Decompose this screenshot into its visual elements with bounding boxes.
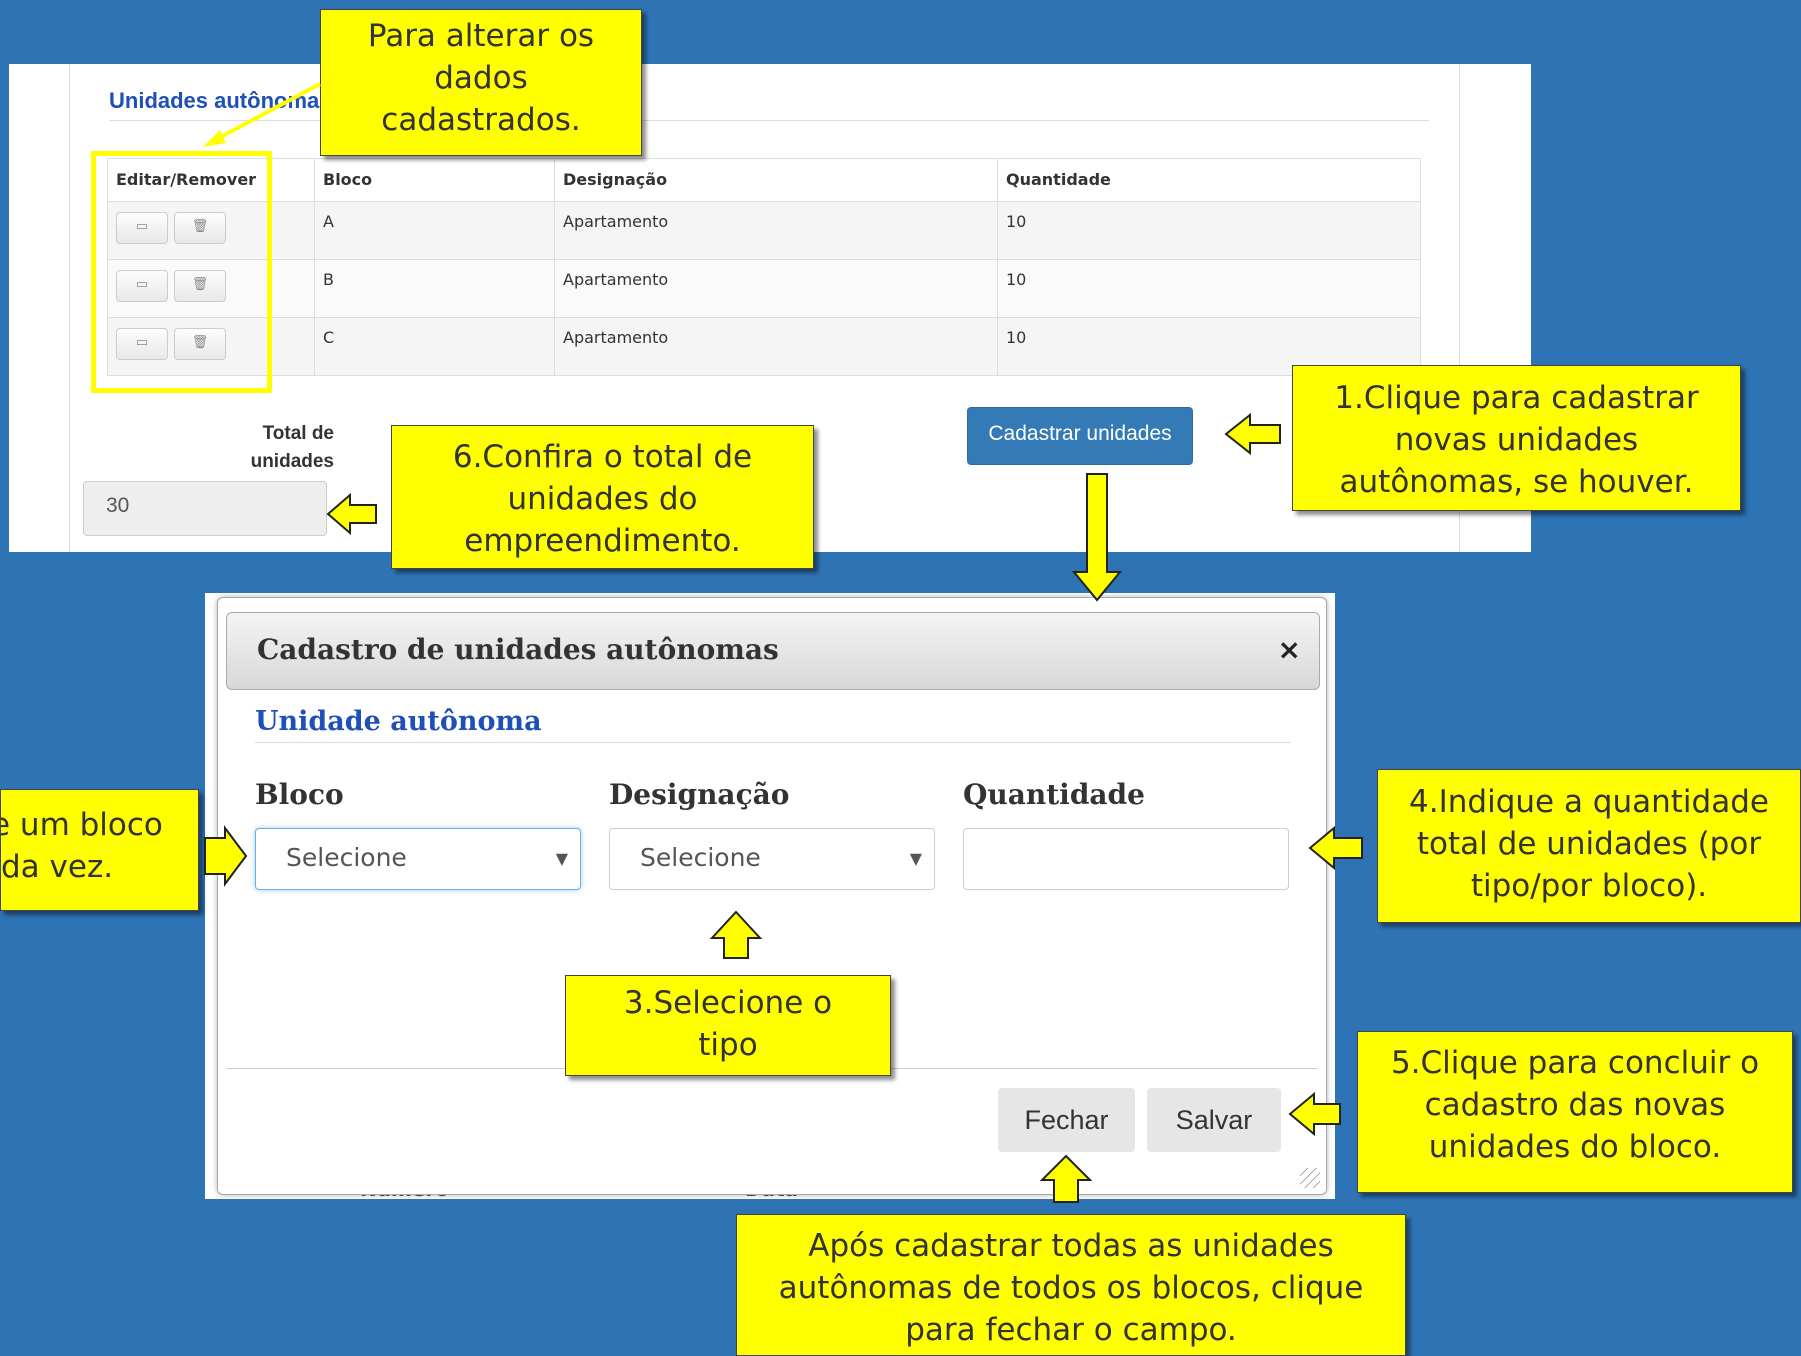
annotation-arrows [203, 82, 1363, 1203]
arrow-left-icon [1224, 412, 1281, 456]
arrow-down-icon [1071, 473, 1123, 602]
arrow-up-icon [1039, 1154, 1093, 1203]
pointer-arrow-line [214, 82, 321, 142]
arrow-up-icon [709, 910, 763, 959]
arrow-left-icon [1308, 825, 1363, 871]
arrow-left-icon [326, 492, 377, 536]
arrow-left-icon [1288, 1091, 1341, 1137]
arrow-right-icon [204, 825, 248, 887]
pointer-arrow-head [203, 130, 226, 147]
